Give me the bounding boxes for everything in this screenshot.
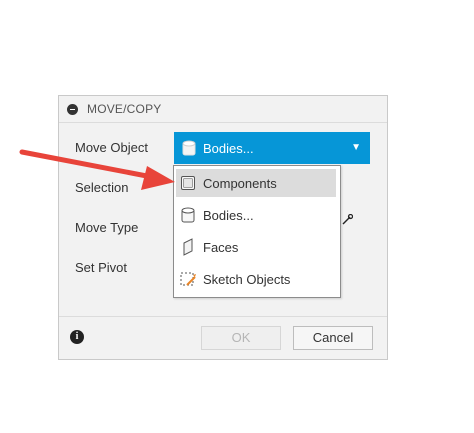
sketch-objects-icon [179, 270, 197, 288]
body-cube-icon [182, 140, 196, 156]
cancel-button[interactable]: Cancel [293, 326, 373, 350]
chevron-down-icon: ▼ [351, 142, 361, 153]
move-type-label: Move Type [75, 220, 139, 235]
dropdown-option-label: Sketch Objects [203, 271, 291, 287]
body-cube-icon [179, 206, 197, 224]
dropdown-option-sketch-objects[interactable]: Sketch Objects [176, 265, 336, 293]
move-object-dropdown: Components Bodies... Faces Sketch Object… [173, 165, 341, 298]
selection-label: Selection [75, 180, 129, 195]
dropdown-option-components[interactable]: Components [176, 169, 336, 197]
dialog-title: MOVE/COPY [87, 102, 162, 116]
dropdown-option-bodies[interactable]: Bodies... [176, 201, 336, 229]
set-pivot-label: Set Pivot [75, 260, 128, 275]
collapse-icon[interactable] [67, 103, 78, 115]
dialog-titlebar: MOVE/COPY [59, 96, 387, 123]
move-object-value: Bodies... [203, 140, 254, 156]
dialog-footer: i OK Cancel [59, 316, 387, 361]
ok-button[interactable]: OK [201, 326, 281, 350]
dropdown-option-label: Faces [203, 239, 239, 255]
pivot-icon[interactable] [341, 214, 353, 226]
info-icon[interactable]: i [70, 330, 84, 344]
dropdown-option-faces[interactable]: Faces [176, 233, 336, 261]
move-object-label: Move Object [75, 140, 148, 155]
face-icon [179, 238, 197, 256]
dropdown-option-label: Components [203, 175, 277, 191]
component-cube-icon [179, 174, 197, 192]
dropdown-option-label: Bodies... [203, 207, 254, 223]
move-object-select[interactable]: Bodies... ▼ [174, 132, 370, 164]
